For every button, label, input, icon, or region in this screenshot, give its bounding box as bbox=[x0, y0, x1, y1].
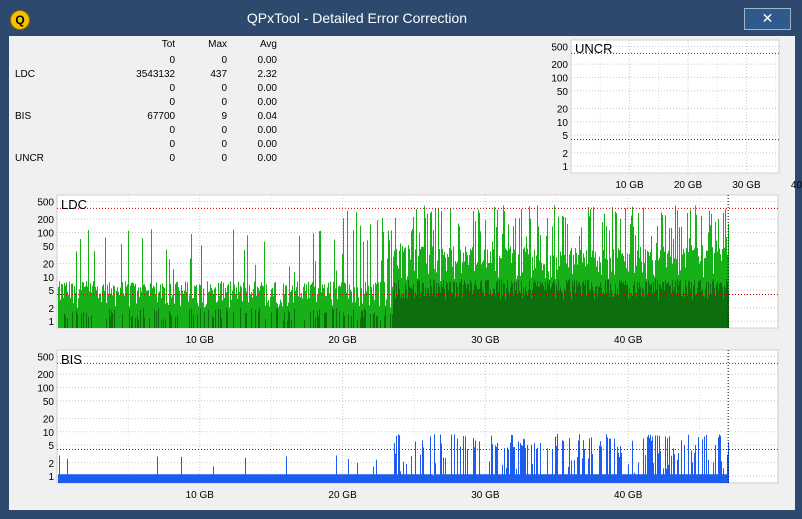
x-tick-label: 30 GB bbox=[732, 180, 761, 191]
y-tick-label: 10 bbox=[43, 428, 55, 439]
y-tick-label: 200 bbox=[37, 215, 54, 226]
x-tick-label: 10 GB bbox=[186, 490, 215, 501]
y-tick-label: 200 bbox=[551, 60, 568, 71]
y-tick-label: 1 bbox=[562, 162, 568, 173]
chart-uncr: 500 200 100 50 20 10 5 2 1 10 GB 20 GB 30 GB 40 GB UN… bbox=[551, 39, 802, 191]
y-tick-label: 10 bbox=[43, 273, 55, 284]
chart-title: BIS bbox=[61, 352, 82, 367]
x-tick-label: 40 GB bbox=[614, 490, 643, 501]
app-window: Q QPxTool - Detailed Error Correction ✕ … bbox=[0, 0, 802, 519]
y-tick-label: 50 bbox=[43, 242, 55, 253]
y-tick-label: 5 bbox=[48, 441, 54, 452]
y-tick-label: 2 bbox=[562, 149, 568, 160]
chart-ldc: 500 200 100 50 20 10 5 2 1 10 GB 20 GB 30 GB 40 GB LD… bbox=[37, 194, 779, 346]
y-tick-label: 100 bbox=[37, 228, 54, 239]
y-tick-label: 2 bbox=[48, 459, 54, 470]
x-tick-label: 20 GB bbox=[674, 180, 703, 191]
y-tick-label: 2 bbox=[48, 304, 54, 315]
y-tick-label: 20 bbox=[43, 414, 55, 425]
chart-bis: 500 200 100 50 20 10 5 2 1 10 GB 20 GB 30 GB 40 GB BI… bbox=[37, 349, 779, 501]
chart-title: LDC bbox=[61, 197, 87, 212]
x-tick-label: 30 GB bbox=[471, 490, 500, 501]
y-tick-label: 1 bbox=[48, 472, 54, 483]
x-tick-label: 30 GB bbox=[471, 335, 500, 346]
charts-layer: 500 200 100 50 20 10 5 2 1 10 GB 20 GB 30 GB 40 GB UN… bbox=[37, 39, 802, 501]
x-tick-label: 40 GB bbox=[791, 180, 802, 191]
chart-title: UNCR bbox=[575, 41, 613, 56]
x-tick-label: 10 GB bbox=[615, 180, 644, 191]
y-tick-label: 10 bbox=[557, 118, 569, 129]
y-tick-label: 200 bbox=[37, 370, 54, 381]
y-tick-label: 100 bbox=[551, 73, 568, 84]
y-tick-label: 500 bbox=[37, 352, 54, 363]
y-tick-label: 50 bbox=[43, 397, 55, 408]
y-tick-label: 500 bbox=[37, 197, 54, 208]
x-tick-label: 20 GB bbox=[328, 335, 357, 346]
y-tick-label: 1 bbox=[48, 317, 54, 328]
plot-area bbox=[570, 39, 780, 174]
y-tick-label: 500 bbox=[551, 42, 568, 53]
y-tick-label: 5 bbox=[562, 131, 568, 142]
x-tick-label: 10 GB bbox=[186, 335, 215, 346]
y-tick-label: 5 bbox=[48, 286, 54, 297]
y-tick-label: 20 bbox=[43, 259, 55, 270]
x-tick-label: 20 GB bbox=[328, 490, 357, 501]
y-tick-label: 100 bbox=[37, 383, 54, 394]
y-tick-label: 50 bbox=[557, 87, 569, 98]
x-tick-label: 40 GB bbox=[614, 335, 643, 346]
y-tick-label: 20 bbox=[557, 104, 569, 115]
